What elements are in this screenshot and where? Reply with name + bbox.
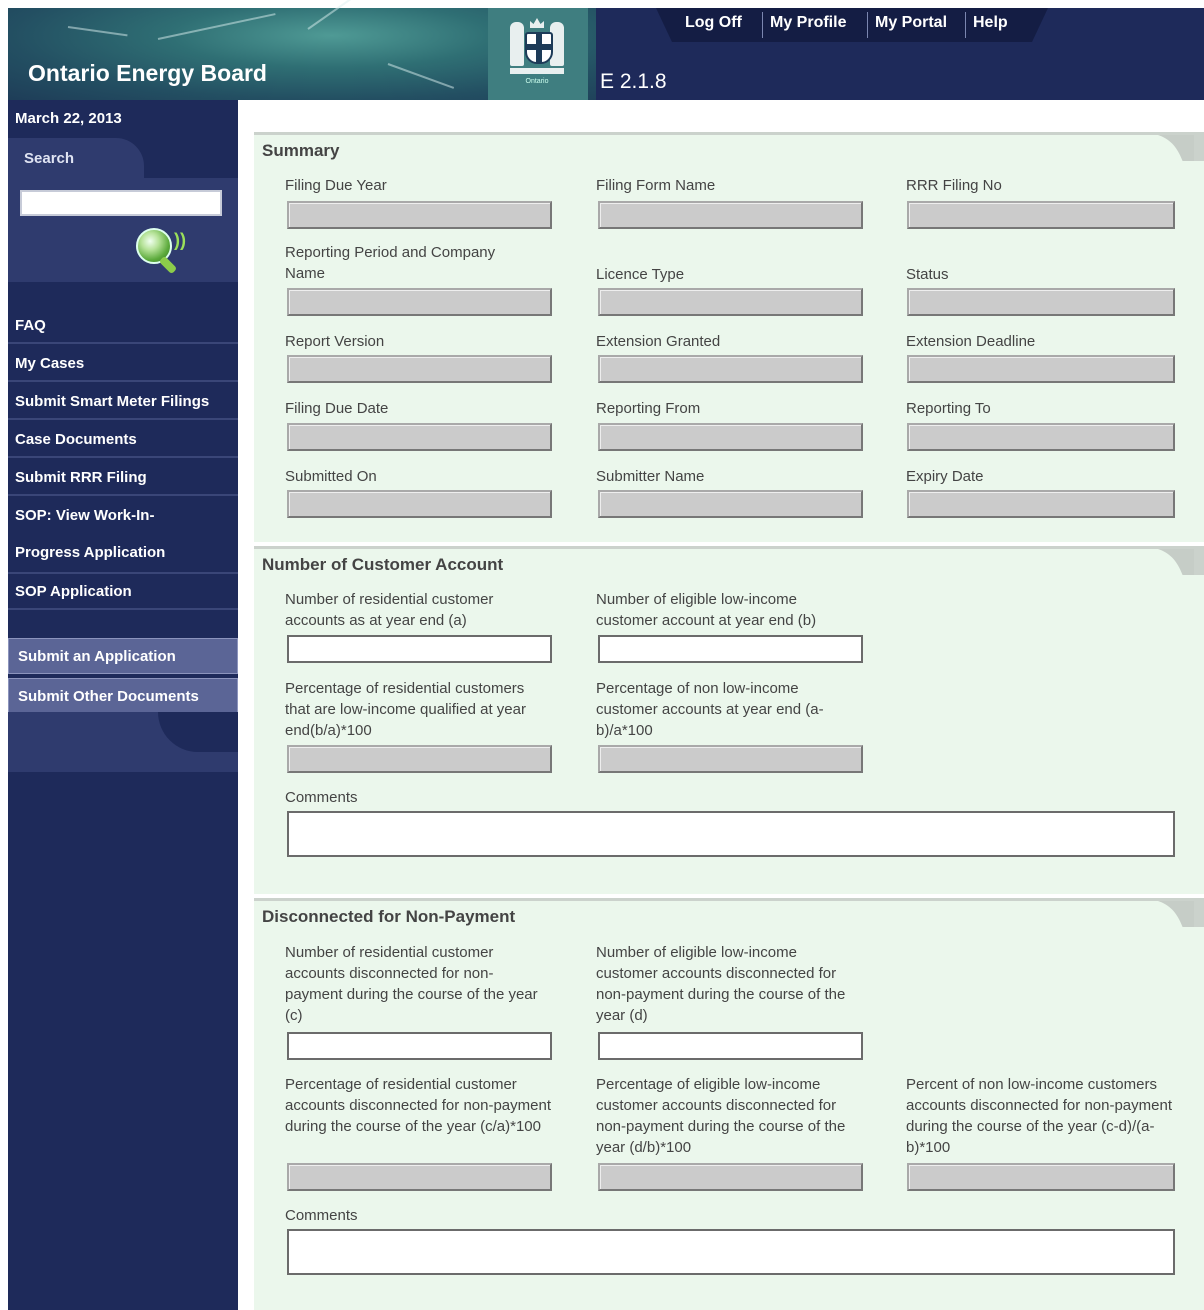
sidebar-item-faq[interactable]: FAQ (8, 308, 238, 344)
crest-label: Ontario (525, 78, 549, 85)
version-label: E 2.1.8 (600, 70, 667, 93)
sidebar: March 22, 2013 Search )) FAQ My Cases Su… (8, 100, 238, 1310)
filing-due-date-field (287, 423, 552, 451)
comments-label: Comments (285, 1207, 358, 1224)
pct-low-income-disconnected-field (598, 1163, 863, 1191)
page-header: Ontario Energy Board Ontario Log Off My … (8, 0, 1204, 100)
summary-section: Summary Filing Due Year Filing Form Name… (254, 132, 1204, 542)
pct-low-income-disconnected-label: Percentage of eligible low-income custom… (596, 1076, 846, 1156)
disconnected-title: Disconnected for Non-Payment (262, 907, 516, 926)
extension-granted-label: Extension Granted (596, 333, 721, 350)
pct-non-low-income-disconnected-field (907, 1163, 1175, 1191)
ontario-crest-logo: Ontario (488, 8, 588, 100)
top-nav: Log Off My Profile My Portal Help (656, 8, 1048, 42)
disconnected-section: Disconnected for Non-Payment Number of r… (254, 898, 1204, 1310)
pct-non-low-income-disconnected-label: Percent of non low-income customers acco… (906, 1076, 1172, 1156)
pct-non-low-income-label: Percentage of non low-income customer ac… (596, 680, 824, 739)
current-date: March 22, 2013 (15, 110, 122, 127)
low-income-disconnected-input[interactable] (598, 1032, 863, 1060)
search-button[interactable]: )) (136, 228, 186, 276)
reporting-from-label: Reporting From (596, 400, 701, 417)
search-input[interactable] (20, 190, 222, 216)
sidebar-item-my-cases[interactable]: My Cases (8, 346, 238, 382)
sidebar-item-sop-application[interactable]: SOP Application (8, 574, 238, 610)
app-title: Ontario Energy Board (28, 60, 267, 86)
filing-form-name-label: Filing Form Name (596, 177, 716, 194)
sidebar-item-sop-view-wip[interactable]: SOP: View Work-In- Progress Application (8, 498, 238, 574)
low-income-disconnected-label: Number of eligible low-income customer a… (596, 944, 846, 1024)
submitted-on-field (287, 490, 552, 518)
residential-disconnected-input[interactable] (287, 1032, 552, 1060)
low-income-accounts-label: Number of eligible low-income customer a… (596, 591, 817, 629)
status-field (907, 288, 1175, 316)
reporting-to-label: Reporting To (906, 400, 991, 417)
section-tab-decoration (1086, 549, 1204, 575)
search-tab: Search (8, 138, 144, 178)
help-link[interactable]: Help (973, 14, 1008, 32)
section-tab-decoration (1086, 901, 1204, 927)
my-portal-link[interactable]: My Portal (875, 14, 947, 32)
extension-granted-field (598, 355, 863, 383)
report-version-field (287, 355, 552, 383)
expiry-date-field (907, 490, 1175, 518)
residential-accounts-label: Number of residential customer accounts … (285, 591, 494, 629)
licence-type-label: Licence Type (596, 266, 685, 283)
submit-other-documents-button[interactable]: Submit Other Documents (8, 678, 238, 714)
pct-non-low-income-field (598, 745, 863, 773)
report-version-label: Report Version (285, 333, 385, 350)
comments-textarea[interactable] (287, 1229, 1175, 1275)
pct-residential-disconnected-field (287, 1163, 552, 1191)
my-profile-link[interactable]: My Profile (770, 14, 846, 32)
comments-label: Comments (285, 789, 358, 806)
summary-title: Summary (262, 141, 340, 160)
submitted-on-label: Submitted On (285, 468, 377, 485)
reporting-period-company-field (287, 288, 552, 316)
residential-accounts-input[interactable] (287, 635, 552, 663)
comments-textarea[interactable] (287, 811, 1175, 857)
reporting-to-field (907, 423, 1175, 451)
search-label: Search (24, 150, 75, 167)
pct-low-income-label: Percentage of residential customers that… (285, 680, 526, 739)
section-tab-decoration (1086, 135, 1204, 161)
licence-type-field (598, 288, 863, 316)
customer-account-section: Number of Customer Account Number of res… (254, 546, 1204, 894)
sidebar-item-submit-smart-meter-filings[interactable]: Submit Smart Meter Filings (8, 384, 238, 420)
customer-account-title: Number of Customer Account (262, 555, 504, 574)
residential-disconnected-label: Number of residential customer accounts … (285, 944, 538, 1024)
filing-form-name-field (598, 201, 863, 229)
pct-low-income-field (287, 745, 552, 773)
search-panel: )) (8, 178, 238, 282)
filing-due-year-field (287, 201, 552, 229)
extension-deadline-field (907, 355, 1175, 383)
submitter-name-field (598, 490, 863, 518)
filing-due-year-label: Filing Due Year (285, 177, 387, 194)
status-label: Status (906, 266, 949, 283)
extension-deadline-label: Extension Deadline (906, 333, 1036, 350)
log-off-link[interactable]: Log Off (685, 14, 742, 32)
submitter-name-label: Submitter Name (596, 468, 705, 485)
sidebar-item-submit-rrr-filing[interactable]: Submit RRR Filing (8, 460, 238, 496)
rrr-filing-no-field (907, 201, 1175, 229)
rrr-filing-no-label: RRR Filing No (906, 177, 1002, 194)
reporting-period-company-label: Reporting Period and Company Name (285, 244, 496, 282)
low-income-accounts-input[interactable] (598, 635, 863, 663)
expiry-date-label: Expiry Date (906, 468, 984, 485)
filing-due-date-label: Filing Due Date (285, 400, 389, 417)
sidebar-decoration (8, 712, 238, 772)
pct-residential-disconnected-label: Percentage of residential customer accou… (285, 1076, 551, 1135)
submit-application-button[interactable]: Submit an Application (8, 638, 238, 674)
sidebar-item-case-documents[interactable]: Case Documents (8, 422, 238, 458)
reporting-from-field (598, 423, 863, 451)
